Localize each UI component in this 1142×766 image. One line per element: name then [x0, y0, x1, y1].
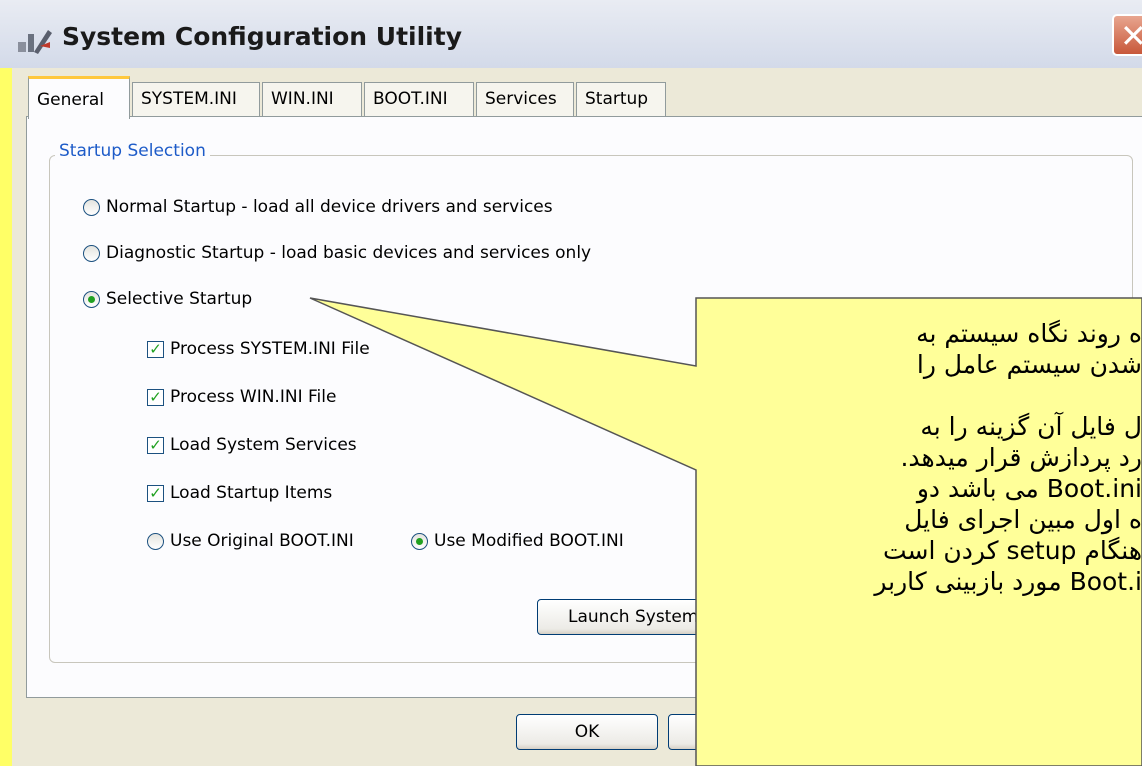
- tab-win-ini[interactable]: WIN.INI: [262, 82, 362, 118]
- normal-startup-option[interactable]: Normal Startup - load all device drivers…: [83, 197, 553, 217]
- selective-startup-option[interactable]: Selective Startup: [83, 289, 252, 309]
- diagnostic-startup-radio[interactable]: [83, 244, 100, 262]
- tab-system-ini[interactable]: SYSTEM.INI: [132, 82, 260, 118]
- callout-line: Boot.i مورد بازبینی کاربر: [874, 567, 1142, 596]
- check-label: Load System Services: [170, 435, 357, 455]
- boot-original-option[interactable]: Use Original BOOT.INI: [147, 531, 354, 551]
- selective-startup-radio[interactable]: [83, 290, 100, 308]
- callout-line: شدن سیستم عامل را: [916, 350, 1142, 379]
- tab-services[interactable]: Services: [476, 82, 574, 118]
- close-icon[interactable]: ✕: [1112, 14, 1142, 56]
- window-title: System Configuration Utility: [62, 22, 462, 51]
- check-label: Process SYSTEM.INI File: [170, 339, 370, 359]
- callout-line: ه اول مبین اجرای فایل: [904, 505, 1142, 534]
- boot-modified-radio[interactable]: [411, 532, 428, 550]
- boot-modified-label: Use Modified BOOT.INI: [434, 531, 624, 551]
- msconfig-app-icon: [18, 30, 52, 54]
- check-process-system-ini[interactable]: ✓ Process SYSTEM.INI File: [147, 339, 370, 359]
- title-bar[interactable]: System Configuration Utility ✕: [0, 0, 1142, 68]
- callout-text-box: ه روند نگاه سیستم به شدن سیستم عامل را ل…: [696, 318, 1142, 766]
- diagnostic-startup-label: Diagnostic Startup - load basic devices …: [106, 243, 592, 263]
- check-process-win-ini[interactable]: ✓ Process WIN.INI File: [147, 387, 336, 407]
- diagnostic-startup-option[interactable]: Diagnostic Startup - load basic devices …: [83, 243, 591, 263]
- callout-line: Boot.ini می باشد دو: [916, 474, 1142, 503]
- normal-startup-label: Normal Startup - load all device drivers…: [106, 197, 553, 217]
- normal-startup-radio[interactable]: [83, 198, 100, 216]
- tab-general[interactable]: General: [28, 76, 130, 119]
- callout-line: رد پردازش قرار میدهد.: [900, 443, 1142, 472]
- tab-startup[interactable]: Startup: [576, 82, 666, 118]
- boot-modified-option[interactable]: Use Modified BOOT.INI: [411, 531, 624, 551]
- boot-original-radio[interactable]: [147, 532, 164, 550]
- checkbox-checked-icon[interactable]: ✓: [147, 388, 164, 406]
- boot-original-label: Use Original BOOT.INI: [170, 531, 354, 551]
- check-label: Process WIN.INI File: [170, 387, 337, 407]
- ok-button[interactable]: OK: [516, 714, 658, 750]
- check-label: Load Startup Items: [170, 483, 333, 503]
- callout-line: ل فایل آن گزینه را به: [920, 412, 1142, 441]
- callout-line: هنگام setup کردن است: [882, 536, 1142, 565]
- checkbox-checked-icon[interactable]: ✓: [147, 340, 164, 358]
- checkbox-checked-icon[interactable]: ✓: [147, 484, 164, 502]
- selective-startup-label: Selective Startup: [106, 289, 253, 309]
- tab-boot-ini[interactable]: BOOT.INI: [364, 82, 474, 118]
- callout-line: [696, 380, 1142, 411]
- check-load-system-services[interactable]: ✓ Load System Services: [147, 435, 357, 455]
- check-load-startup-items[interactable]: ✓ Load Startup Items: [147, 483, 332, 503]
- callout-line: ه روند نگاه سیستم به: [916, 319, 1142, 348]
- group-title: Startup Selection: [55, 141, 210, 161]
- checkbox-checked-icon[interactable]: ✓: [147, 436, 164, 454]
